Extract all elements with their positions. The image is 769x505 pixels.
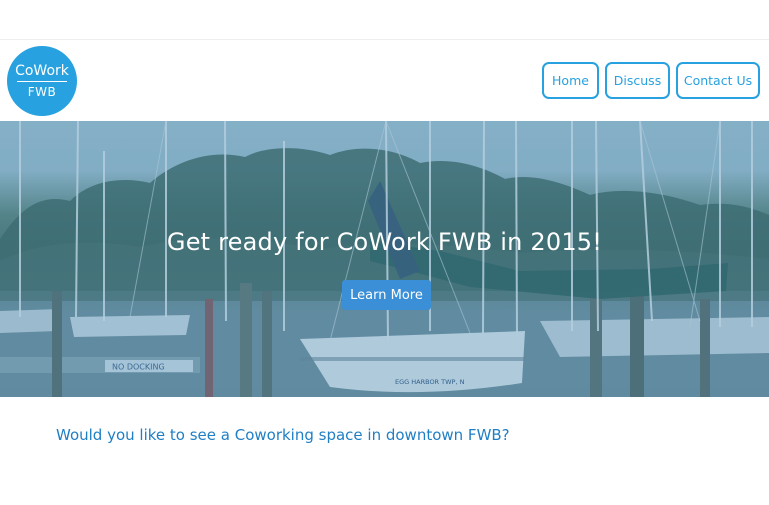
hero-color-overlay bbox=[0, 121, 769, 397]
cowork-fwb-logo[interactable]: CoWork FWB bbox=[7, 46, 77, 116]
hero-banner: NO DOCKING EGG HARBOR TWP, N bbox=[0, 121, 769, 397]
top-divider bbox=[0, 39, 769, 40]
logo-rule bbox=[17, 81, 67, 82]
logo-line-2: FWB bbox=[27, 85, 57, 99]
coworking-question-heading: Would you like to see a Coworking space … bbox=[56, 426, 510, 444]
nav-home-button[interactable]: Home bbox=[542, 62, 599, 99]
hero-title: Get ready for CoWork FWB in 2015! bbox=[166, 228, 603, 256]
learn-more-button[interactable]: Learn More bbox=[342, 280, 431, 310]
logo-line-1: CoWork bbox=[15, 63, 69, 79]
nav-contact-us-button[interactable]: Contact Us bbox=[676, 62, 760, 99]
nav-discuss-button[interactable]: Discuss bbox=[605, 62, 670, 99]
